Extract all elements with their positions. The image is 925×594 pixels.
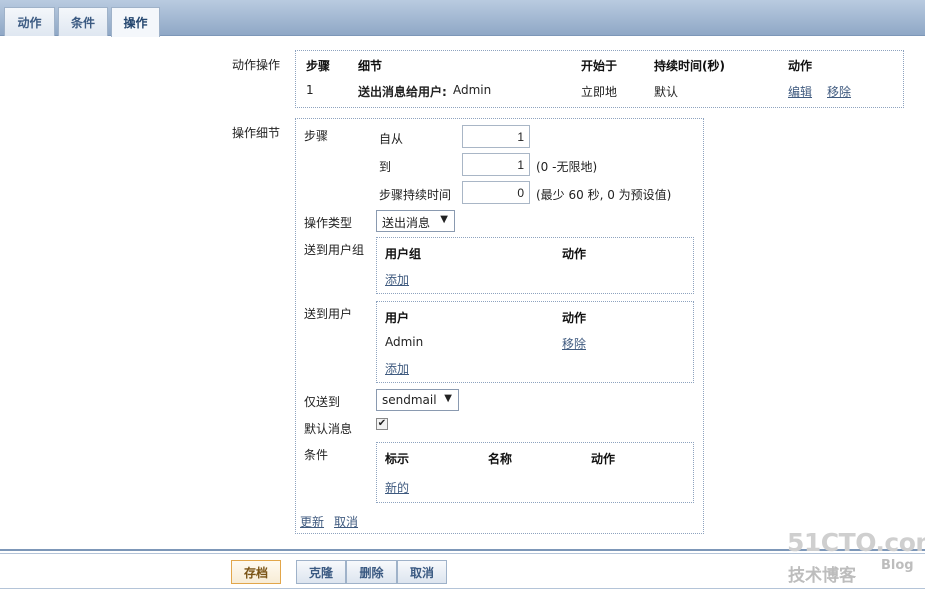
send-users-label: 送到用户 — [304, 307, 353, 321]
clone-button[interactable]: 克隆 — [296, 560, 346, 584]
step-from-input[interactable] — [462, 125, 530, 148]
groups-table: 用户组 动作 添加 — [376, 237, 694, 294]
watermark-blog: Blog — [881, 558, 914, 573]
row-detail-label: 送出消息给用户: — [358, 85, 447, 99]
tab-actions[interactable]: 动作 — [4, 7, 55, 36]
duration-label: 步骤持续时间 — [379, 188, 452, 202]
op-type-select[interactable]: 送出消息 ▼ — [376, 210, 455, 232]
watermark-blog-cn: 技术博客 — [788, 566, 856, 586]
col-user: 用户 — [385, 311, 410, 325]
conditions-table: 标示 名称 动作 新的 — [376, 442, 694, 503]
to-label: 到 — [379, 160, 392, 174]
only-to-value: sendmail — [382, 393, 437, 407]
update-link[interactable]: 更新 — [300, 513, 324, 530]
only-to-select[interactable]: sendmail ▼ — [376, 389, 459, 411]
op-type-label: 操作类型 — [304, 216, 353, 230]
default-msg-label: 默认消息 — [304, 422, 353, 436]
step-label: 步骤 — [304, 129, 329, 143]
row-duration: 默认 — [654, 85, 679, 99]
duration-hint: (最少 60 秒, 0 为预设值) — [536, 188, 672, 202]
cancel-button[interactable]: 取消 — [397, 560, 447, 584]
add-user-link[interactable]: 添加 — [385, 360, 409, 377]
col-step: 步骤 — [306, 59, 331, 73]
default-msg-checkbox[interactable]: ✔ — [376, 418, 388, 430]
tab-bar: 动作 条件 操作 — [0, 0, 925, 37]
watermark-site: 51CTO.com — [787, 528, 925, 557]
footer-bottom-line — [0, 588, 925, 589]
send-groups-label: 送到用户组 — [304, 243, 365, 257]
from-label: 自从 — [379, 132, 404, 146]
op-type-value: 送出消息 — [382, 216, 431, 230]
edit-link[interactable]: 编辑 — [788, 83, 812, 100]
save-button[interactable]: 存档 — [231, 560, 281, 584]
action-ops-label: 动作操作 — [232, 58, 281, 72]
row-step: 1 — [306, 83, 314, 97]
user-name: Admin — [385, 335, 424, 349]
row-detail-value: Admin — [453, 83, 492, 97]
remove-op-link[interactable]: 移除 — [827, 83, 851, 100]
col-group-action: 动作 — [562, 247, 587, 261]
step-to-input[interactable] — [462, 153, 530, 176]
add-group-link[interactable]: 添加 — [385, 271, 409, 288]
row-start: 立即地 — [581, 85, 618, 99]
tab-conditions[interactable]: 条件 — [58, 7, 108, 36]
tab-operations[interactable]: 操作 — [111, 7, 160, 37]
new-condition-link[interactable]: 新的 — [385, 479, 409, 496]
chevron-down-icon: ▼ — [440, 214, 448, 225]
only-to-label: 仅送到 — [304, 395, 341, 409]
remove-user-link[interactable]: 移除 — [562, 335, 586, 352]
op-details-label: 操作细节 — [232, 126, 281, 140]
col-action: 动作 — [788, 59, 813, 73]
col-start: 开始于 — [581, 59, 618, 73]
col-user-action: 动作 — [562, 311, 587, 325]
to-hint: (0 -无限地) — [536, 160, 598, 174]
op-details-panel: 步骤 自从 到 (0 -无限地) 步骤持续时间 (最少 60 秒, 0 为预设值… — [295, 118, 704, 534]
col-detail: 细节 — [358, 59, 383, 73]
action-ops-table: 步骤 细节 开始于 持续时间(秒) 动作 1 送出消息给用户: Admin 立即… — [295, 50, 904, 108]
users-table: 用户 动作 Admin 移除 添加 — [376, 301, 694, 383]
col-duration: 持续时间(秒) — [654, 59, 725, 73]
delete-button[interactable]: 删除 — [346, 560, 397, 584]
chevron-down-icon: ▼ — [444, 393, 452, 404]
col-group: 用户组 — [385, 247, 422, 261]
col-name: 名称 — [488, 452, 513, 466]
col-tag: 标示 — [385, 452, 410, 466]
cancel-details-link[interactable]: 取消 — [334, 513, 358, 530]
conditions-label: 条件 — [304, 448, 329, 462]
col-cond-action: 动作 — [591, 452, 616, 466]
step-duration-input[interactable] — [462, 181, 530, 204]
